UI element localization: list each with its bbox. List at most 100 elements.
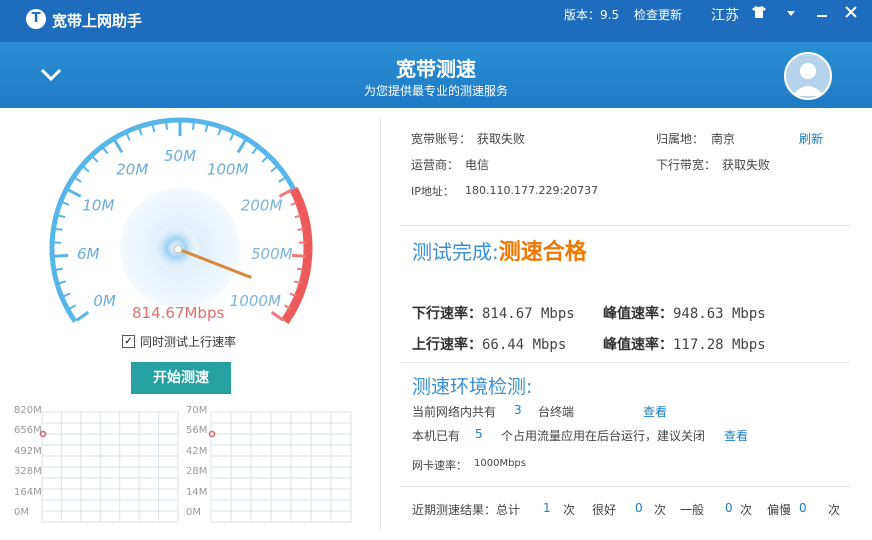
history-good-count: 0	[635, 501, 643, 515]
download-axis-label: 0M	[14, 507, 29, 518]
gauge-minor-tick	[191, 122, 195, 130]
gauge-minor-tick	[138, 128, 143, 136]
gauge-minor-tick	[74, 177, 82, 183]
background-app-count: 5	[475, 427, 483, 441]
nic-label: 网卡速率：	[412, 459, 467, 472]
upload-axis-label: 70M	[186, 405, 208, 416]
gauge-major-tick	[113, 139, 124, 154]
broadband-logo-icon: T	[26, 9, 46, 29]
download-axis-label: 656M	[14, 425, 42, 437]
history-slow-label: 偏慢	[767, 503, 792, 517]
upload-peak-value: 117.28 Mbps	[673, 337, 766, 353]
result-verdict: 测速合格	[498, 240, 587, 265]
upload-label: 上行速率：	[412, 337, 482, 353]
history-slow-count: 0	[799, 501, 807, 515]
gauge-tick-label: 6M	[77, 245, 100, 263]
gauge-major-tick	[291, 253, 306, 258]
section-divider	[400, 362, 850, 363]
download-value: 814.67 Mbps	[482, 306, 575, 322]
speed-readout: 814.67Mbps	[132, 304, 225, 322]
ip-label: IP地址：	[411, 185, 454, 198]
gauge-major-tick	[75, 311, 90, 322]
gauge-tick-label: 1000M	[230, 292, 281, 310]
gauge-minor-tick	[58, 280, 67, 285]
gauge-minor-tick	[278, 177, 286, 183]
upload-test-label: 同时测试上行速率	[140, 335, 237, 349]
close-icon[interactable]	[840, 4, 862, 26]
gauge-minor-tick	[204, 124, 209, 133]
gauge-minor-tick	[229, 133, 235, 141]
history-unit: 次	[740, 503, 753, 517]
bandwidth-value: 获取失败	[722, 158, 771, 172]
upload-peak: 峰值速率：117.28 Mbps	[603, 334, 766, 354]
gauge-minor-tick	[297, 227, 305, 231]
tshirt-icon[interactable]	[748, 4, 770, 26]
gauge-major-tick	[236, 139, 247, 154]
gauge-major-tick	[67, 188, 82, 198]
gauge-major-tick	[270, 311, 285, 322]
isp-label: 运营商：	[411, 158, 460, 172]
history-normal-label: 一般	[680, 503, 705, 517]
account-label: 宽带账号：	[411, 132, 472, 146]
upload-axis-label: 0M	[186, 507, 201, 518]
history-label: 近期测速结果：总计	[412, 503, 521, 517]
start-test-button[interactable]: 开始测速	[131, 362, 231, 394]
speed-history-grid	[39, 411, 352, 523]
gauge-minor-tick	[297, 267, 305, 271]
nic-value: 1000Mbps	[474, 458, 526, 469]
upload-test-checkbox[interactable]: ✓	[122, 335, 135, 348]
gauge-minor-tick	[82, 166, 90, 173]
page-subtitle: 为您提供最专业的测速服务	[363, 84, 508, 98]
upload-axis-label: 56M	[186, 425, 208, 437]
version-label: 版本：9.5	[564, 8, 620, 22]
network-suffix: 台终端	[538, 405, 575, 419]
download-axis-label: 164M	[14, 486, 42, 498]
download-peak: 峰值速率：948.63 Mbps	[603, 303, 766, 323]
upload-speed: 上行速率：66.44 Mbps	[412, 334, 566, 354]
region-label: 江苏	[711, 8, 739, 24]
title-bar: T 宽带上网助手 版本：9.5 检查更新 江苏	[0, 0, 872, 42]
gauge-tick-label: 200M	[241, 197, 283, 215]
section-divider	[400, 225, 850, 226]
download-label: 下行速率：	[412, 306, 482, 322]
bandwidth-label: 下行带宽：	[656, 158, 717, 172]
gauge-tick-label: 10M	[82, 197, 114, 215]
apps-suffix: 个占用流量应用在后台运行，建议关闭	[501, 429, 706, 443]
download-axis-label: 492M	[14, 445, 42, 457]
view-apps-link[interactable]: 查看	[724, 427, 748, 444]
chevron-down-icon[interactable]	[780, 4, 802, 26]
gauge-minor-tick	[251, 147, 258, 155]
download-axis-label: 328M	[14, 466, 42, 478]
check-update-link[interactable]: 检查更新	[634, 6, 682, 23]
speed-history-charts: 820M 656M 492M 328M 164M 0M 70M 56M 42M 28M 14M 0M	[0, 405, 360, 535]
network-device-count: 3	[514, 403, 522, 417]
user-avatar-icon[interactable]	[784, 52, 832, 100]
speed-gauge: 0M 6M 10M 20M 50M 100M 200M 500M 1000M	[49, 117, 313, 324]
gauge-tick-label: 20M	[116, 160, 148, 178]
upload-chart-point	[208, 430, 216, 438]
result-prefix: 测试完成:	[412, 240, 499, 264]
page-title: 宽带测速	[396, 57, 476, 81]
download-peak-label: 峰值速率：	[603, 306, 673, 322]
account-value: 获取失败	[477, 132, 526, 146]
gauge-minor-tick	[102, 147, 109, 155]
apps-prefix: 本机已有	[412, 429, 461, 443]
gauge-tick-label: 50M	[164, 147, 196, 165]
location-label: 归属地：	[656, 132, 705, 146]
gauge-minor-tick	[63, 292, 71, 298]
upload-value: 66.44 Mbps	[482, 337, 567, 353]
view-devices-link[interactable]: 查看	[643, 403, 667, 420]
header-banner: 宽带测速 为您提供最专业的测速服务	[0, 42, 872, 108]
refresh-link[interactable]: 刷新	[799, 130, 823, 147]
gauge-minor-tick	[62, 201, 70, 206]
gauge-minor-tick	[151, 124, 156, 133]
history-unit: 次	[654, 503, 667, 517]
gauge-minor-tick	[69, 304, 77, 310]
gauge-minor-tick	[55, 267, 63, 271]
minimize-icon[interactable]	[811, 4, 833, 26]
history-total: 1	[543, 501, 551, 515]
upload-axis-label: 42M	[186, 445, 208, 457]
environment-heading: 测速环境检测:	[412, 376, 533, 398]
isp-value: 电信	[465, 158, 490, 172]
history-normal-count: 0	[725, 501, 733, 515]
